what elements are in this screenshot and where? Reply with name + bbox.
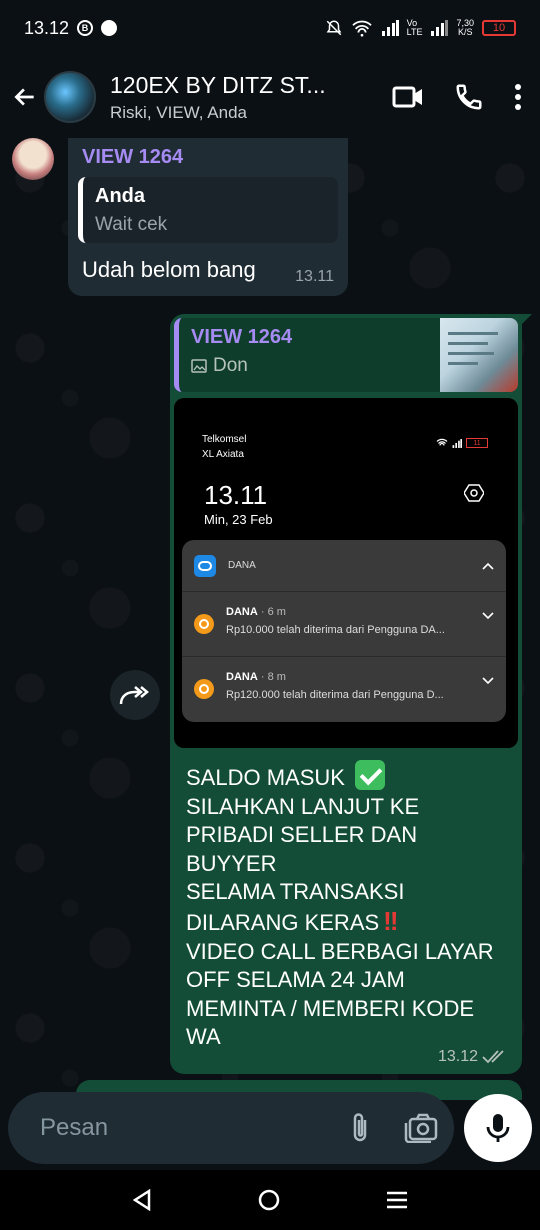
notification-title-row: DANA · 8 m xyxy=(226,671,482,683)
chat-members: Riski, VIEW, Anda xyxy=(110,102,247,122)
message-line: DILARANG KERAS!! xyxy=(186,907,506,938)
volte-label: Vo LTE xyxy=(406,18,423,37)
carrier-names: Telkomsel XL Axiata xyxy=(202,432,246,462)
message-text: SALDO MASUK SILAHKAN LANJUT KE PRIBADI S… xyxy=(174,748,518,1052)
incoming-message[interactable]: VIEW 1264 Anda Wait cek Udah belom bang … xyxy=(68,138,348,296)
message-line: VIDEO CALL BERBAGI LAYAR xyxy=(186,938,494,964)
chat-area[interactable]: VIEW 1264 Anda Wait cek Udah belom bang … xyxy=(0,138,540,1170)
message-line: SILAHKAN LANJUT KE xyxy=(186,793,420,819)
message-input-pill xyxy=(8,1092,454,1164)
notification-title: DANA xyxy=(226,606,258,618)
message-line: OFF SELAMA 24 JAM xyxy=(186,967,405,993)
notification-title: DANA xyxy=(226,671,258,683)
quoted-text: Don xyxy=(213,355,248,376)
group-avatar[interactable] xyxy=(44,71,96,123)
forward-button[interactable] xyxy=(110,670,160,720)
back-button[interactable] xyxy=(10,77,40,117)
chat-header: 120EX BY DITZ ST... Riski, VIEW, Anda xyxy=(0,56,540,138)
chevron-down-icon xyxy=(482,677,494,685)
notification-item: DANA · 6 m Rp10.000 telah diterima dari … xyxy=(182,592,506,657)
check-mark-icon xyxy=(355,760,386,790)
notification-text: Rp10.000 telah diterima dari Pengguna DA… xyxy=(226,624,445,636)
chat-info[interactable]: 120EX BY DITZ ST... Riski, VIEW, Anda xyxy=(110,72,392,123)
message-meta: 13.12 xyxy=(438,1048,508,1066)
mini-status-icons: 11 xyxy=(436,438,488,448)
notification-time: · 6 m xyxy=(260,606,286,618)
chevron-up-icon xyxy=(482,562,494,570)
thumb-line xyxy=(448,352,494,355)
recents-menu-icon[interactable] xyxy=(386,1190,408,1210)
quoted-text: Wait cek xyxy=(95,214,168,235)
back-triangle-icon[interactable] xyxy=(132,1189,152,1211)
thumb-line xyxy=(448,332,498,335)
status-time: 13.12 xyxy=(24,17,70,38)
notification-header: DANA xyxy=(182,540,506,592)
quoted-thumbnail xyxy=(440,318,518,392)
outgoing-message[interactable]: VIEW 1264 Don Telkomsel XL Axiata 11 13.… xyxy=(170,314,532,1074)
signal-icon xyxy=(452,438,462,448)
wifi-icon xyxy=(351,20,372,37)
notification-panel: DANA DANA · 6 m Rp10.000 telah diterima … xyxy=(182,540,506,722)
chat-title: 120EX BY DITZ ST... xyxy=(110,71,326,98)
quoted-message[interactable]: Anda Wait cek xyxy=(78,177,338,243)
thumb-line xyxy=(448,342,488,345)
paperclip-icon[interactable] xyxy=(350,1112,370,1144)
double-exclamation-icon: !! xyxy=(383,905,398,936)
mute-icon xyxy=(326,20,342,36)
carrier-1: Telkomsel xyxy=(202,434,247,445)
sender-name[interactable]: VIEW 1264 xyxy=(78,146,338,169)
mini-battery: 11 xyxy=(466,438,488,448)
dana-icon xyxy=(194,614,214,634)
signal-icon xyxy=(381,20,399,36)
lock-date: Min, 23 Feb xyxy=(204,512,273,527)
message-line-text: SALDO MASUK xyxy=(186,765,345,790)
message-line: SALDO MASUK xyxy=(186,760,506,793)
image-icon xyxy=(191,359,207,373)
double-check-icon xyxy=(482,1050,504,1064)
forward-icon xyxy=(119,686,149,705)
video-camera-icon[interactable] xyxy=(392,84,424,110)
b-icon: B xyxy=(77,20,94,36)
composer xyxy=(0,1086,540,1170)
mic-button[interactable] xyxy=(464,1094,532,1162)
message-line: SELAMA TRANSAKSI xyxy=(186,879,405,905)
dana-icon xyxy=(194,679,214,699)
mic-icon xyxy=(486,1114,510,1142)
thumb-line xyxy=(448,362,478,365)
message-line: PRIBADI SELLER DAN xyxy=(186,822,418,848)
system-nav-bar xyxy=(0,1170,540,1230)
quoted-name: Anda xyxy=(95,185,145,207)
message-time: 13.11 xyxy=(295,268,334,285)
notification-time: · 8 m xyxy=(260,671,286,683)
sender-avatar[interactable] xyxy=(12,138,54,180)
arrow-left-icon xyxy=(14,88,34,106)
phone-icon[interactable] xyxy=(454,82,484,112)
notification-item: DANA · 8 m Rp120.000 telah diterima dari… xyxy=(182,657,506,722)
notification-text: Rp120.000 telah diterima dari Pengguna D… xyxy=(226,689,444,701)
notification-app: DANA xyxy=(228,560,256,571)
notification-icon xyxy=(101,20,118,36)
carrier-2: XL Axiata xyxy=(202,449,244,460)
dana-logo-icon xyxy=(194,554,216,577)
notification-title-row: DANA · 6 m xyxy=(226,606,482,618)
message-input[interactable] xyxy=(40,1114,350,1142)
camera-icon[interactable] xyxy=(404,1113,438,1143)
message-line: BUYYER xyxy=(186,850,277,876)
more-vertical-icon[interactable] xyxy=(514,83,522,111)
message-line-text: DILARANG KERAS xyxy=(186,909,380,935)
net-speed: 7,30 K/S xyxy=(456,18,474,37)
chevron-down-icon xyxy=(482,612,494,620)
settings-icon xyxy=(464,484,484,502)
lock-clock: 13.11 xyxy=(204,480,268,510)
battery-icon: 10 xyxy=(482,20,516,36)
home-circle-icon[interactable] xyxy=(257,1188,281,1212)
status-bar: 13.12 B Vo LTE 7,30 K/S 10 xyxy=(0,0,540,56)
message-line: MEMINTA / MEMBERI KODE xyxy=(186,995,475,1021)
attached-screenshot[interactable]: Telkomsel XL Axiata 11 13.11 Min, 23 Feb… xyxy=(174,398,518,748)
quoted-message[interactable]: VIEW 1264 Don xyxy=(174,318,518,392)
signal-icon-2 xyxy=(431,20,449,36)
message-time: 13.12 xyxy=(437,1048,478,1065)
wifi-icon xyxy=(436,438,448,446)
